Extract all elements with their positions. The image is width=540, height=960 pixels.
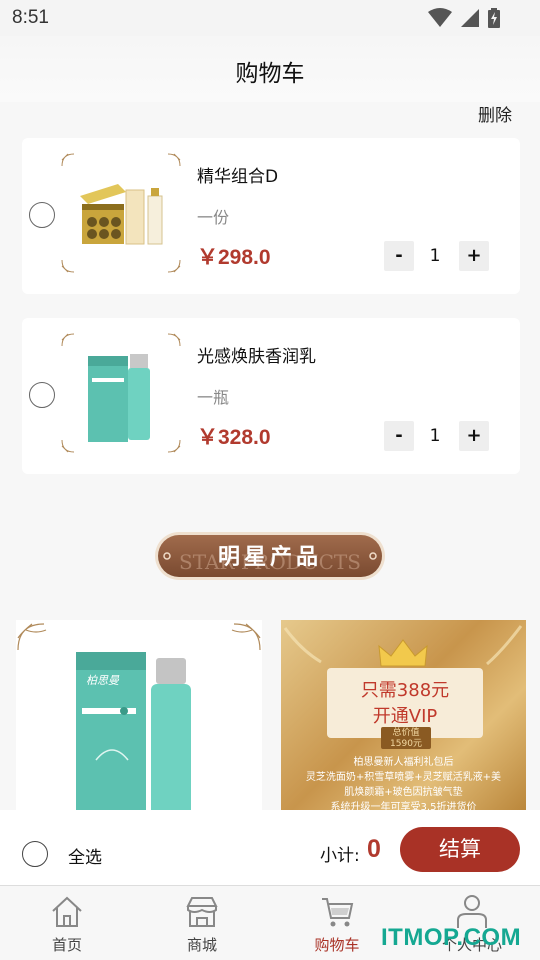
page-title: 购物车 <box>235 61 305 87</box>
select-all-radio[interactable] <box>22 841 48 867</box>
cart-item: 光感焕肤香润乳 一瓶 ￥328.0 - 1 + <box>22 318 520 474</box>
cell-signal-icon <box>461 9 479 27</box>
product-name: 精华组合D <box>197 167 279 187</box>
tab-home[interactable]: 首页 <box>22 886 112 960</box>
product-unit: 一瓶 <box>197 388 230 407</box>
home-icon <box>52 896 82 927</box>
title-bar: 购物车 <box>0 36 540 102</box>
vip-value-badge: 总价值 1590元 <box>381 727 431 749</box>
product-name: 光感焕肤香润乳 <box>197 347 316 367</box>
wifi-icon <box>428 8 452 27</box>
star-products-banner: STAR PRODUCTS 明星产品 <box>154 531 386 581</box>
tab-label: 购物车 <box>314 936 360 954</box>
vip-open-text: 开通VIP <box>372 706 438 727</box>
delete-button[interactable]: 删除 <box>478 101 512 126</box>
product-price: ￥328.0 <box>197 426 271 449</box>
vip-price-text: 只需388元 <box>360 680 450 701</box>
cart-item: 精华组合D 一份 ￥298.0 - 1 + <box>22 138 520 294</box>
cart-icon <box>322 898 354 927</box>
select-all-label[interactable]: 全选 <box>68 843 102 868</box>
product-brand: 柏思曼 <box>86 674 119 687</box>
store-icon <box>186 897 218 927</box>
checkout-button[interactable]: 结算 <box>400 827 520 872</box>
promo-vip-tile[interactable]: 只需388元 开通VIP 总价值 1590元 柏思曼新人福利礼包后 灵芝洗面奶+… <box>281 620 526 820</box>
quantity-minus-button[interactable]: - <box>384 421 414 451</box>
product-image[interactable] <box>60 332 182 454</box>
promo-product-tile[interactable]: 柏思曼 <box>16 620 262 820</box>
vip-desc-2: 灵芝洗面奶+积雪草喷雾+灵芝赋活乳液+美 <box>305 772 502 783</box>
item-select-radio[interactable] <box>29 202 55 228</box>
vip-desc-3: 肌焕颜霜+玻色因抗皱气垫 <box>344 787 463 798</box>
status-icons <box>428 8 500 28</box>
status-time: 8:51 <box>12 7 49 28</box>
tab-store[interactable]: 商城 <box>157 886 247 960</box>
quantity-plus-button[interactable]: + <box>459 421 489 451</box>
checkout-bar: 全选 小计: 0 结算 <box>0 810 540 885</box>
tab-label: 商城 <box>186 936 217 954</box>
vip-desc-1: 柏思曼新人福利礼包后 <box>353 757 454 768</box>
subtotal-label: 小计: <box>320 846 360 866</box>
product-image[interactable] <box>60 152 182 274</box>
quantity-value: 1 <box>429 246 441 266</box>
tab-cart[interactable]: 购物车 <box>292 886 382 960</box>
status-bar: 8:51 <box>0 0 540 36</box>
quantity-value: 1 <box>429 426 441 446</box>
subtotal-value: 0 <box>367 835 381 863</box>
battery-charging-icon <box>488 8 500 28</box>
star-products-title: 明星产品 <box>217 544 322 570</box>
product-price: ￥298.0 <box>197 246 271 269</box>
item-select-radio[interactable] <box>29 382 55 408</box>
vip-value-amount: 1590元 <box>390 739 422 749</box>
quantity-minus-button[interactable]: - <box>384 241 414 271</box>
product-unit: 一份 <box>197 208 230 227</box>
product-promo-image <box>17 623 261 820</box>
quantity-plus-button[interactable]: + <box>459 241 489 271</box>
tab-label: 首页 <box>51 936 82 954</box>
vip-value-label: 总价值 <box>392 728 420 738</box>
watermark-logo: ITMOP.COM <box>381 924 522 951</box>
